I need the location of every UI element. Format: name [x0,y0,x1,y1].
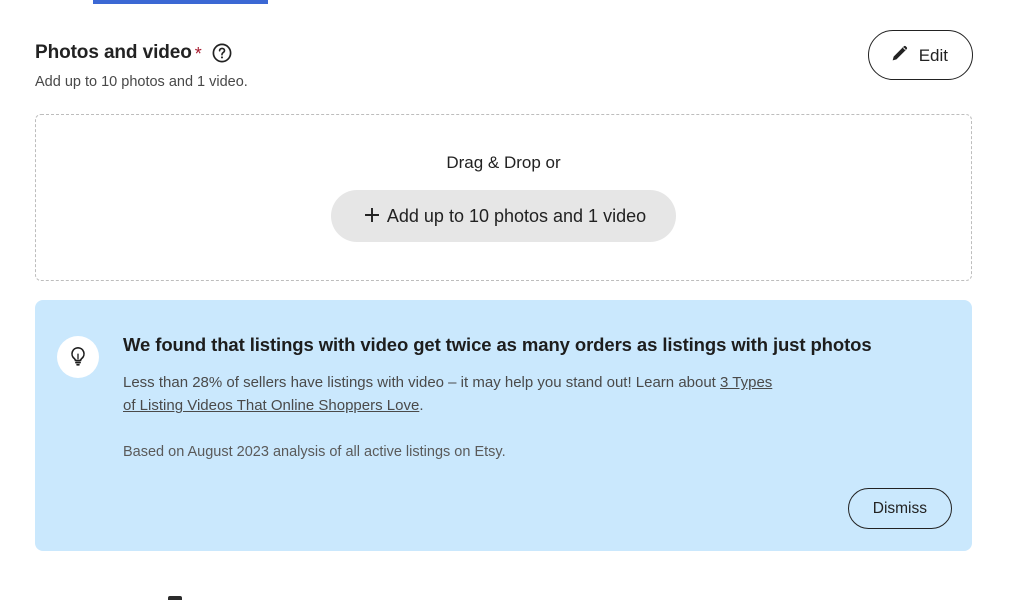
section-header-text: Photos and video * Add up to 10 photos a… [35,40,248,92]
next-section-partial-icon [168,596,182,600]
banner-text-after-link: . [419,397,424,415]
dropzone-label: Drag & Drop or [446,153,561,172]
active-tab-underline [93,0,268,4]
banner-content-row: We found that listings with video get tw… [57,318,950,463]
edit-button[interactable]: Edit [867,30,973,80]
banner-description: Less than 28% of sellers have listings w… [123,371,783,418]
lightbulb-icon [57,336,99,378]
photo-dropzone[interactable]: Drag & Drop or Add up to 10 photos and 1… [35,114,972,281]
pencil-icon [889,43,910,67]
banner-body: We found that listings with video get tw… [123,318,950,463]
add-photos-label: Add up to 10 photos and 1 video [386,206,647,226]
edit-button-label: Edit [918,45,948,65]
banner-text-before-link: Less than 28% of sellers have listings w… [123,374,721,392]
required-asterisk: * [194,44,202,65]
dismiss-button[interactable]: Dismiss [847,487,952,529]
banner-title: We found that listings with video get tw… [123,334,872,355]
section-subtitle: Add up to 10 photos and 1 video. [35,73,248,90]
photos-and-video-section: Photos and video * Add up to 10 photos a… [35,30,973,92]
add-photos-button[interactable]: Add up to 10 photos and 1 video [330,190,677,242]
video-insight-banner: We found that listings with video get tw… [35,300,972,551]
banner-source-note: Based on August 2023 analysis of all act… [123,443,506,460]
dismiss-row: Dismiss [847,487,952,529]
title-row: Photos and video * [35,42,248,65]
plus-icon [361,204,383,226]
page-title: Photos and video [35,42,192,63]
question-circle-icon[interactable] [212,43,232,63]
section-header: Photos and video * Add up to 10 photos a… [35,30,973,92]
